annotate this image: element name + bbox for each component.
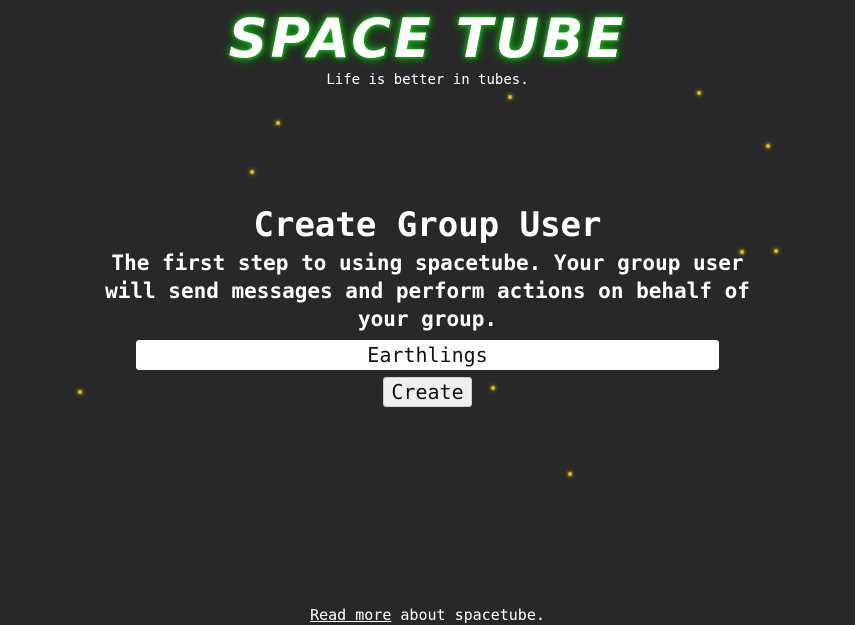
page-title: Create Group User xyxy=(253,205,602,245)
star-icon: ✷ xyxy=(76,385,84,398)
star-icon: ✷ xyxy=(772,244,780,257)
star-icon: ✷ xyxy=(274,116,282,129)
star-icon: ✷ xyxy=(506,90,514,103)
footer: Read more about spacetube. xyxy=(0,606,855,624)
tagline: Life is better in tubes. xyxy=(326,72,529,88)
footer-suffix: about spacetube. xyxy=(391,606,545,624)
star-icon: ✷ xyxy=(695,86,703,99)
star-icon: ✷ xyxy=(248,165,256,178)
logo: SPACE TUBE xyxy=(228,7,627,70)
read-more-link[interactable]: Read more xyxy=(310,606,391,624)
star-icon: ✷ xyxy=(566,467,574,480)
group-name-input[interactable] xyxy=(136,340,719,370)
create-button[interactable]: Create xyxy=(383,377,472,407)
page-description: The first step to using spacetube. Your … xyxy=(105,251,750,331)
star-icon: ✷ xyxy=(489,381,497,394)
star-icon: ✷ xyxy=(764,139,772,152)
